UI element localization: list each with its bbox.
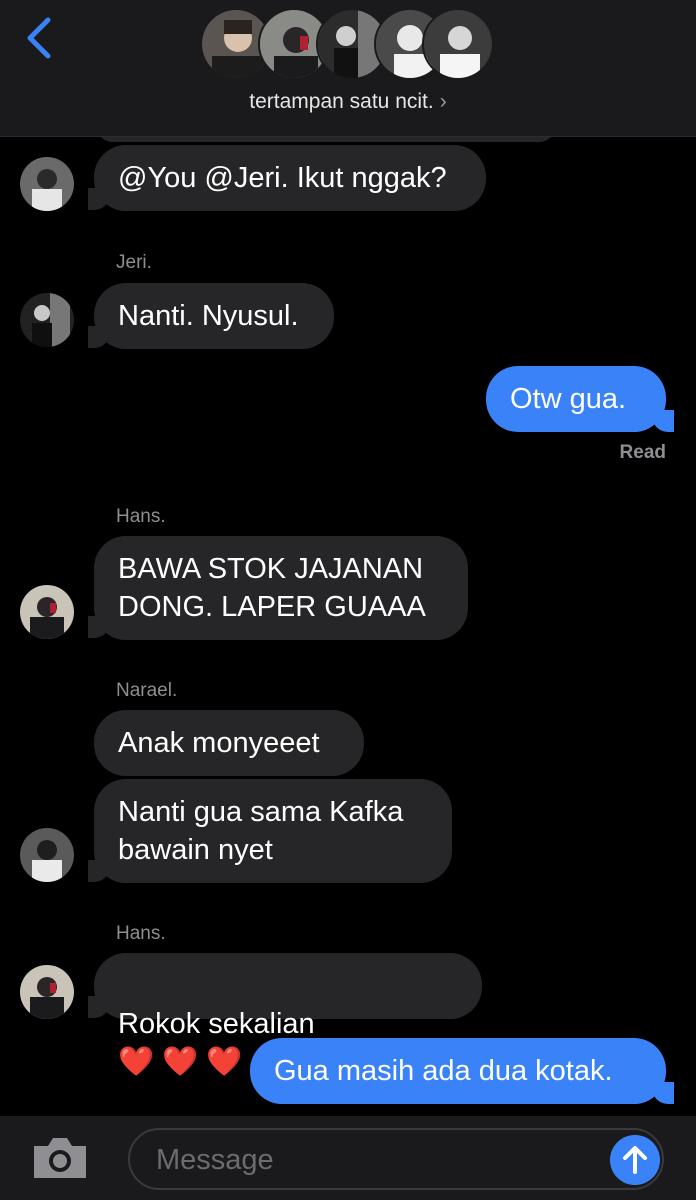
message-input-field[interactable] bbox=[128, 1128, 664, 1190]
read-receipt: Read bbox=[619, 442, 666, 463]
conversation-header: tertampan satu ncit. › bbox=[0, 0, 696, 137]
arrow-up-icon[interactable] bbox=[610, 1135, 660, 1185]
sender-avatar[interactable] bbox=[20, 965, 74, 1019]
sender-name: Hans. bbox=[116, 506, 166, 527]
camera-icon[interactable] bbox=[30, 1134, 90, 1182]
message-bubble-incoming[interactable]: Anak monyeeet bbox=[94, 710, 364, 776]
message-bubble-incoming[interactable]: @You @Jeri. Ikut nggak? bbox=[94, 145, 486, 211]
sender-avatar[interactable] bbox=[20, 828, 74, 882]
sender-name: Jeri. bbox=[116, 252, 152, 273]
heart-emoji: ❤️ ❤️ ❤️ bbox=[118, 1046, 243, 1078]
message-bubble-incoming[interactable]: BAWA STOK JAJANAN DONG. LAPER GUAAA bbox=[94, 536, 468, 640]
sender-avatar[interactable] bbox=[20, 157, 74, 211]
sender-name: Narael. bbox=[116, 680, 178, 701]
chevron-right-icon: › bbox=[439, 90, 447, 113]
sender-avatar[interactable] bbox=[20, 293, 74, 347]
message-bubble-incoming[interactable]: Nanti. Nyusul. bbox=[94, 283, 334, 349]
group-avatars[interactable] bbox=[0, 0, 696, 90]
group-title[interactable]: tertampan satu ncit. › bbox=[0, 90, 696, 114]
sender-name: Hans. bbox=[116, 923, 166, 944]
message-bubble-incoming[interactable]: Nanti gua sama Kafka bawain nyet bbox=[94, 779, 452, 883]
message-bubble-outgoing[interactable]: Otw gua. bbox=[486, 366, 666, 432]
member-avatar bbox=[422, 8, 494, 80]
message-text: Rokok sekalian bbox=[118, 1008, 315, 1040]
message-bubble-incoming[interactable]: Rokok sekalian ❤️ ❤️ ❤️ bbox=[94, 953, 482, 1078]
group-name: tertampan satu ncit. bbox=[249, 90, 434, 113]
sender-avatar[interactable] bbox=[20, 585, 74, 639]
message-bubble-outgoing[interactable]: Gua masih ada dua kotak. bbox=[250, 1038, 666, 1104]
message-input[interactable] bbox=[154, 1140, 598, 1180]
